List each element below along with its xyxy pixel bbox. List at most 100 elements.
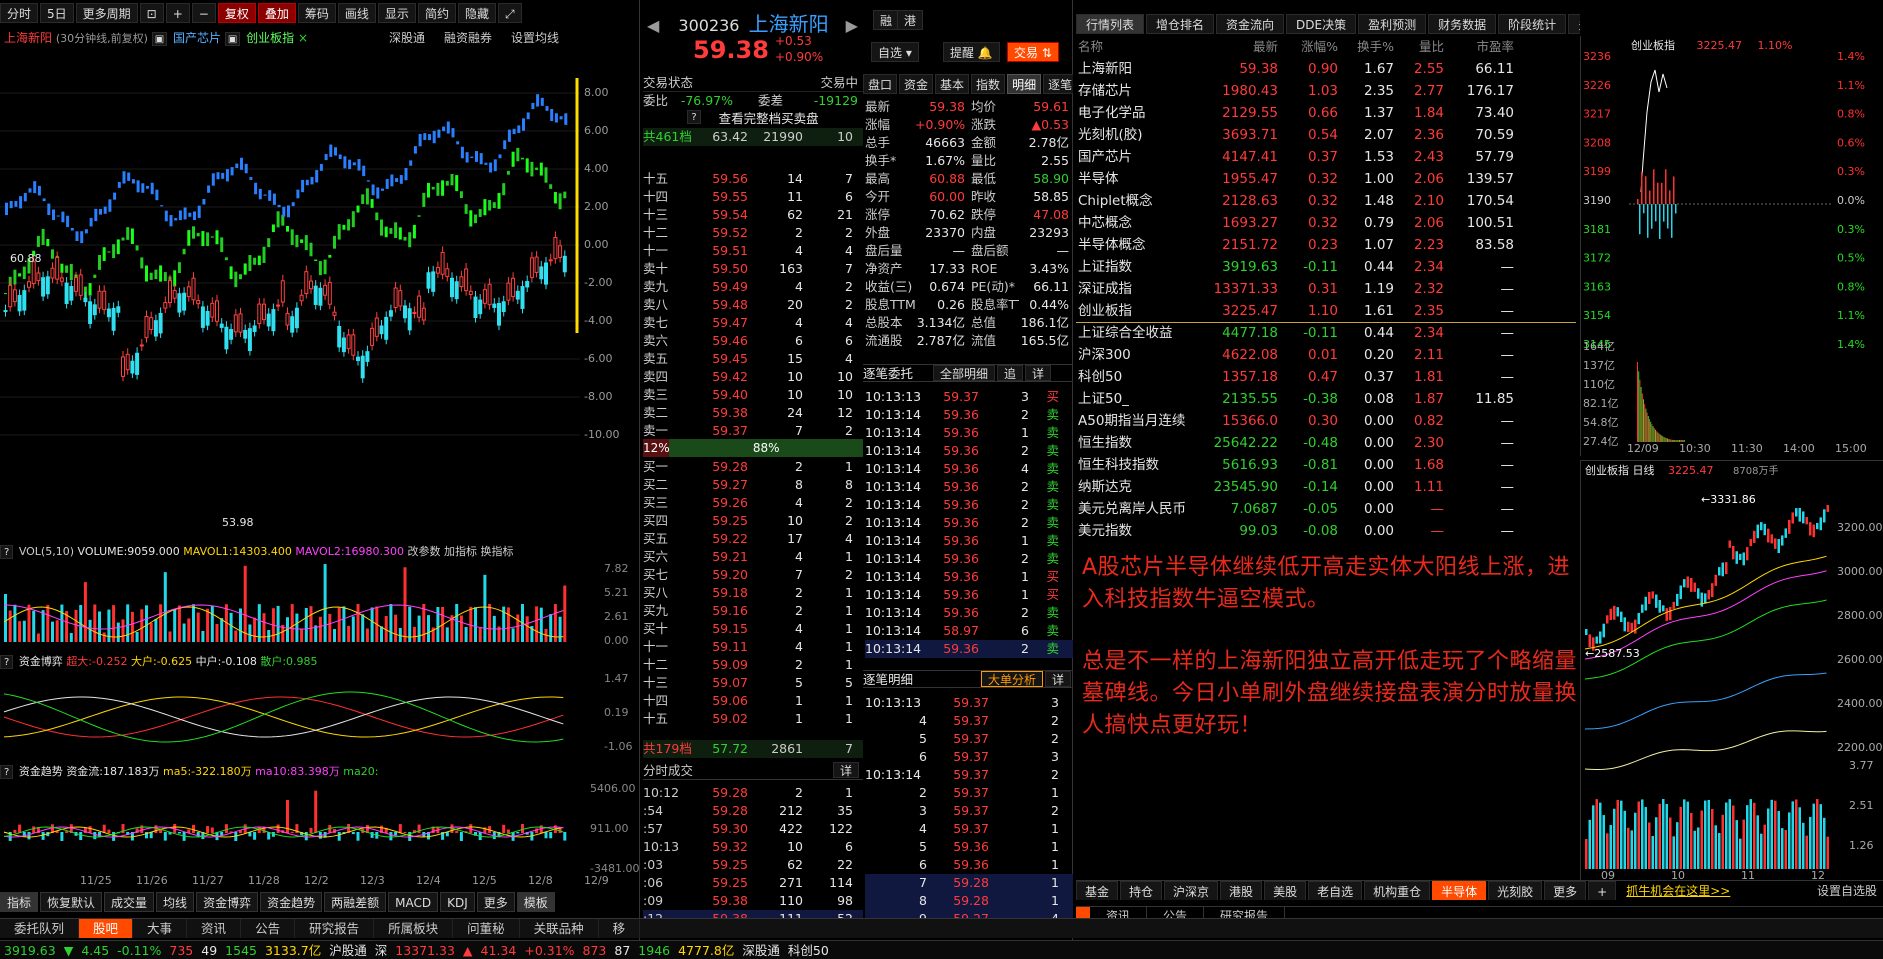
indicator-tab[interactable]: 资金趋势	[260, 892, 323, 912]
indicator-tab[interactable]: 更多	[476, 892, 515, 912]
draw-button[interactable]: 画线	[337, 3, 376, 23]
market-row[interactable]: 创业板指 3225.47 1.10 1.61 2.35 —	[1078, 300, 1578, 322]
watchlist-tab[interactable]: 沪深京	[1164, 881, 1219, 900]
ticks-more-button[interactable]: 详	[833, 762, 860, 778]
watchlist-tab[interactable]: 港股	[1220, 881, 1263, 900]
market-row-2[interactable]: 纳斯达克 23545.90 -0.14 0.00 1.11 —	[1078, 476, 1578, 498]
indicator-tab[interactable]: 成交量	[104, 892, 155, 912]
link-margin[interactable]: 融资融券	[444, 28, 492, 48]
market-row[interactable]: 存储芯片 1980.43 1.03 2.35 2.77 176.17	[1078, 80, 1578, 102]
market-name[interactable]: 美元兑离岸人民币	[1078, 498, 1208, 520]
hk-badge[interactable]: 港	[897, 10, 924, 30]
hide-button[interactable]: 隐藏	[457, 3, 496, 23]
period-intraday[interactable]: 分时	[0, 3, 39, 23]
market-name[interactable]: 美元指数	[1078, 520, 1208, 542]
link-ma-settings[interactable]: 设置均线	[511, 28, 559, 48]
market-name[interactable]: 上证50_	[1078, 388, 1208, 410]
display-button[interactable]: 显示	[377, 3, 416, 23]
market-row[interactable]: 中芯概念 1693.27 0.32 0.79 2.06 100.51	[1078, 212, 1578, 234]
market-row-2[interactable]: 恒生科技指数 5616.93 -0.81 0.00 1.68 —	[1078, 454, 1578, 476]
market-tab[interactable]: 多股同列	[1568, 14, 1580, 34]
watchlist-tab[interactable]: 美股	[1264, 881, 1307, 900]
watchlist-tab[interactable]: 老自选	[1308, 881, 1363, 900]
market-row[interactable]: 上海新阳 59.38 0.90 1.67 2.55 66.11	[1078, 58, 1578, 80]
watchlist-settings[interactable]: 设置自选股	[1817, 881, 1883, 900]
market-name[interactable]: 深证成指	[1078, 278, 1208, 300]
market-row[interactable]: 光刻机(胶) 3693.71 0.54 2.07 2.36 70.59	[1078, 124, 1578, 146]
bottom-tab[interactable]: 股吧	[79, 919, 134, 938]
kline-chart[interactable]	[0, 48, 640, 538]
status-item[interactable]: 沪股通	[325, 941, 371, 959]
quote-tab[interactable]: 逐笔	[1043, 74, 1073, 94]
market-name[interactable]: A50期指当月连续	[1078, 410, 1208, 432]
market-row-2[interactable]: 沪深300 4622.08 0.01 0.20 2.11 —	[1078, 344, 1578, 366]
market-name[interactable]: 纳斯达克	[1078, 476, 1208, 498]
market-row[interactable]: 半导体 1955.47 0.32 1.00 2.06 139.57	[1078, 168, 1578, 190]
quote-tab[interactable]: 指数	[971, 74, 1006, 94]
market-tab[interactable]: 行情列表	[1076, 14, 1145, 34]
next-stock-icon[interactable]: ▶	[846, 16, 858, 35]
zbwt-detail[interactable]: 详	[1025, 365, 1052, 381]
market-tab[interactable]: 增仓排名	[1146, 14, 1215, 34]
market-name[interactable]: 存储芯片	[1078, 80, 1208, 102]
trade-button[interactable]: 交易 ⇅	[1007, 42, 1059, 62]
toolbar-square-icon[interactable]: ⊡	[139, 3, 164, 23]
market-name[interactable]: 半导体概念	[1078, 234, 1208, 256]
market-col-header[interactable]: 换手%	[1338, 38, 1394, 56]
market-name[interactable]: 国产芯片	[1078, 146, 1208, 168]
market-name[interactable]: 恒生科技指数	[1078, 454, 1208, 476]
overlay-chip[interactable]: 国产芯片	[173, 31, 221, 45]
market-row[interactable]: 半导体概念 2151.72 0.23 1.07 2.23 83.58	[1078, 234, 1578, 256]
market-name[interactable]: 沪深300	[1078, 344, 1208, 366]
toolbar-plus-icon[interactable]: +	[165, 3, 190, 23]
market-col-header[interactable]: 最新	[1208, 38, 1278, 56]
toolbar-minus-icon[interactable]: −	[191, 3, 216, 23]
market-name[interactable]: 上海新阳	[1078, 58, 1208, 80]
market-col-header[interactable]: 名称	[1078, 38, 1208, 56]
indicator-tab[interactable]: 资金博弈	[196, 892, 259, 912]
indicator-tab[interactable]: KDJ	[440, 892, 475, 912]
quote-tab[interactable]: 盘口	[863, 74, 898, 94]
quote-tab[interactable]: 基本	[935, 74, 970, 94]
market-row-2[interactable]: A50期指当月连续 15366.0 0.30 0.00 0.82 —	[1078, 410, 1578, 432]
market-row[interactable]: 电子化学品 2129.55 0.66 1.37 1.84 73.40	[1078, 102, 1578, 124]
market-name[interactable]: 半导体	[1078, 168, 1208, 190]
fullscreen-icon[interactable]: ⤢	[497, 3, 522, 23]
zbmx-detail[interactable]: 详	[1044, 671, 1071, 687]
help-icon-2[interactable]: ?	[0, 655, 14, 669]
status-item[interactable]: 科创50	[784, 941, 833, 959]
zbwt-chase[interactable]: 追	[997, 365, 1024, 381]
market-row[interactable]: 深证成指 13371.33 0.31 1.19 2.32 —	[1078, 278, 1578, 300]
watchlist-tab[interactable]: 机构重仓	[1364, 881, 1431, 900]
market-row[interactable]: 上证指数 3919.63 -0.11 0.44 2.34 —	[1078, 256, 1578, 278]
bottom-tab[interactable]: 委托队列	[0, 919, 80, 938]
bottom-tab[interactable]: 大事	[133, 919, 188, 938]
status-item[interactable]: 深股通	[738, 941, 784, 959]
full-book-link[interactable]: ? 查看完整档买卖盘	[643, 110, 863, 128]
market-name[interactable]: 上证综合全收益	[1078, 322, 1208, 344]
market-tab[interactable]: 资金流向	[1216, 14, 1285, 34]
overlay-button[interactable]: 叠加	[257, 3, 296, 23]
market-col-header[interactable]: 市盈率	[1444, 38, 1514, 56]
market-row[interactable]: 国产芯片 4147.41 0.37 1.53 2.43 57.79	[1078, 146, 1578, 168]
market-row-2[interactable]: 上证50_ 2135.55 -0.38 0.08 1.87 11.85	[1078, 388, 1578, 410]
indicator-tab[interactable]: 均线	[156, 892, 195, 912]
period-5day[interactable]: 5日	[40, 3, 74, 23]
indicator-tab[interactable]: 恢复默认	[40, 892, 103, 912]
add-watchlist-button[interactable]: 自选 ▾	[871, 42, 919, 62]
period-more[interactable]: 更多周期	[75, 3, 138, 23]
alert-button[interactable]: 提醒 🔔	[943, 42, 1000, 62]
promo-link[interactable]: 抓牛机会在这里>>	[1626, 881, 1730, 900]
help-icon-3[interactable]: ?	[0, 765, 14, 779]
market-tab[interactable]: 财务数据	[1428, 14, 1497, 34]
simple-button[interactable]: 简约	[417, 3, 456, 23]
market-name[interactable]: Chiplet概念	[1078, 190, 1208, 212]
market-name[interactable]: 中芯概念	[1078, 212, 1208, 234]
chip-button[interactable]: 筹码	[297, 3, 336, 23]
market-col-header[interactable]: 量比	[1394, 38, 1444, 56]
market-tab[interactable]: DDE决策	[1286, 14, 1357, 34]
bottom-tab[interactable]: 移	[599, 919, 641, 938]
quote-tab[interactable]: 资金	[899, 74, 934, 94]
margin-badge[interactable]: 融	[873, 10, 900, 30]
market-row-2[interactable]: 科创50 1357.18 0.47 0.37 1.81 —	[1078, 366, 1578, 388]
